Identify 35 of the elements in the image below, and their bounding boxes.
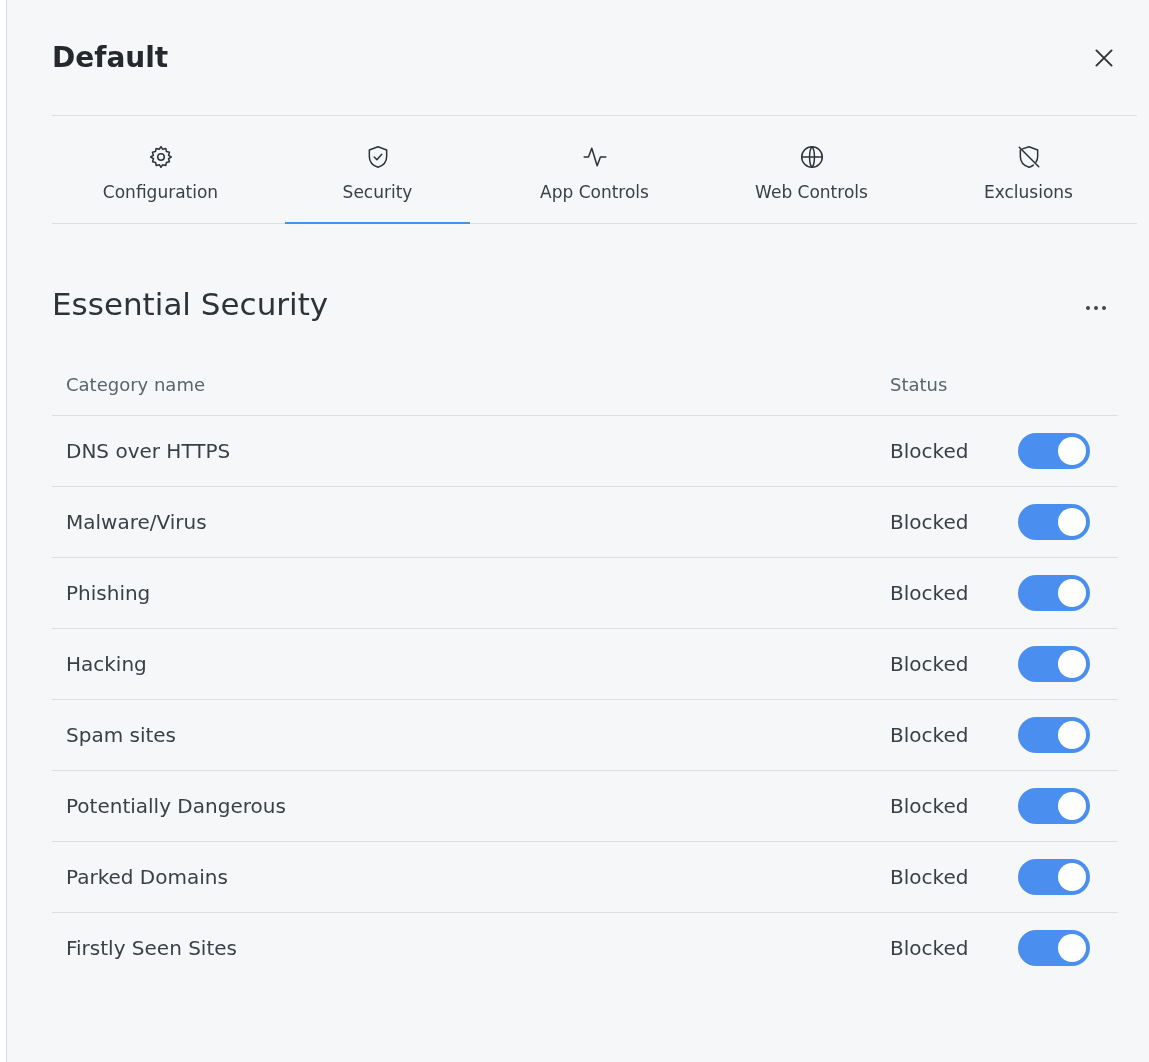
status-text: Blocked — [890, 794, 969, 818]
column-header: Category name — [66, 374, 205, 395]
tab[interactable]: Web Controls — [719, 116, 904, 224]
globe-icon — [798, 144, 825, 170]
tab[interactable]: Security — [285, 116, 470, 224]
category-name: Potentially Dangerous — [66, 794, 286, 818]
category-name: Spam sites — [66, 723, 177, 747]
category-name: Hacking — [66, 652, 147, 676]
gear-icon — [147, 144, 174, 170]
toggle-switch[interactable] — [1018, 788, 1090, 824]
category-name: Malware/Virus — [66, 510, 207, 534]
toggle-switch[interactable] — [1018, 433, 1090, 469]
category-name: DNS over HTTPS — [66, 439, 231, 463]
toggle-switch[interactable] — [1018, 646, 1090, 682]
panel-title: Default — [52, 41, 169, 74]
toggle-switch[interactable] — [1018, 717, 1090, 753]
toggle-switch[interactable] — [1018, 859, 1090, 895]
status-text: Blocked — [890, 439, 969, 463]
status-text: Blocked — [890, 581, 969, 605]
status-text: Blocked — [890, 936, 969, 960]
tab[interactable]: Configuration — [68, 116, 253, 224]
status-text: Blocked — [890, 510, 969, 534]
toggle-switch[interactable] — [1018, 575, 1090, 611]
status-text: Blocked — [890, 723, 969, 747]
status-text: Blocked — [890, 652, 969, 676]
status-text: Blocked — [890, 865, 969, 889]
toggle-switch[interactable] — [1018, 930, 1090, 966]
toggle-switch[interactable] — [1018, 504, 1090, 540]
section-title: Essential Security — [52, 286, 329, 322]
tab[interactable]: Exclusions — [936, 116, 1121, 224]
column-header: Status — [890, 374, 948, 395]
category-name: Phishing — [66, 581, 151, 605]
category-name: Parked Domains — [66, 865, 228, 889]
tab[interactable]: App Controls — [502, 116, 687, 224]
category-name: Firstly Seen Sites — [66, 936, 237, 960]
